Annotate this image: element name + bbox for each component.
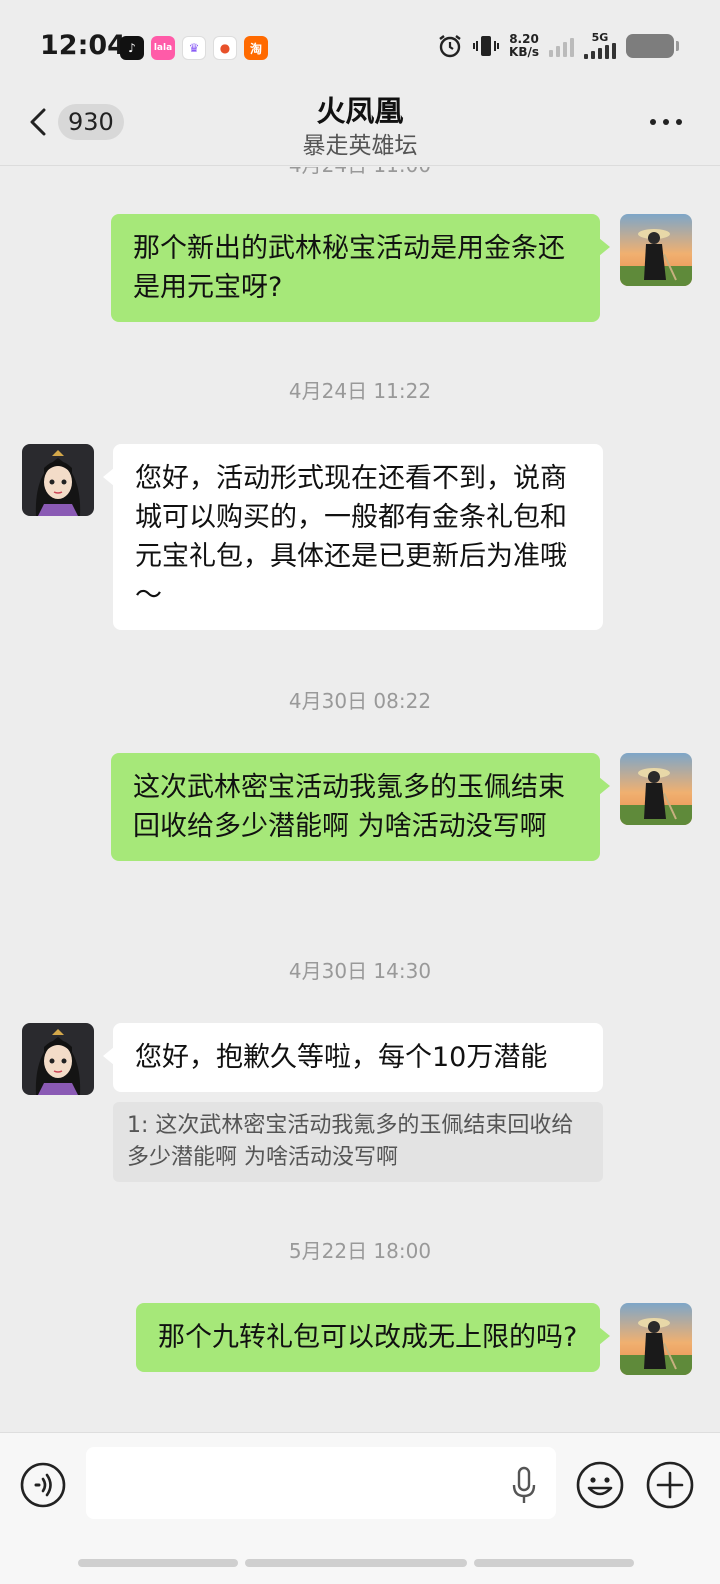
battery-icon: [626, 33, 679, 58]
timestamp: 5月22日 18:00: [288, 1239, 432, 1263]
message-bubble-received[interactable]: 您好，抱歉久等啦，每个10万潜能: [103, 1023, 603, 1092]
message-list[interactable]: 4月24日 11:00 那个新出的武林秘宝活动是用金条还是用元宝呀? 4月24日…: [0, 167, 720, 1432]
status-time: 12:04: [40, 30, 126, 61]
taobao-icon: 淘: [244, 36, 268, 60]
net-speed-unit: KB/s: [509, 44, 539, 59]
add-attachment-icon[interactable]: [645, 1460, 695, 1510]
my-avatar[interactable]: [620, 214, 692, 286]
microphone-icon[interactable]: [510, 1465, 538, 1505]
my-avatar[interactable]: [620, 1303, 692, 1375]
message-input[interactable]: [86, 1447, 556, 1519]
gesture-nav-bar[interactable]: [0, 1559, 720, 1569]
vibrate-icon: [473, 35, 500, 56]
timestamp: 4月30日 08:22: [288, 689, 432, 713]
status-indicators: 8.20 KB/s 5G: [437, 31, 679, 59]
net-speed-value: 8.20: [509, 31, 539, 46]
timestamp: 4月24日 11:22: [288, 379, 432, 403]
message-input-bar: [0, 1432, 720, 1584]
contact-avatar-image: [22, 1023, 94, 1095]
my-avatar-image: [620, 1303, 692, 1375]
chat-subtitle: 暴走英雄坛: [302, 133, 418, 159]
orange-app-icon: ●: [213, 36, 237, 60]
status-bar: 12:04 ♪ lala ♛ ● 淘 8.20 KB/s 5G: [0, 0, 720, 90]
timestamp: 4月24日 11:00: [0, 167, 720, 178]
signal-strong-icon: [584, 43, 616, 59]
tiktok-icon: ♪: [120, 36, 144, 60]
message-bubble-sent[interactable]: 那个新出的武林秘宝活动是用金条还是用元宝呀?: [111, 214, 610, 322]
message-bubble-sent[interactable]: 那个九转礼包可以改成无上限的吗?: [136, 1303, 610, 1372]
timestamp: 4月30日 14:30: [288, 959, 432, 983]
chat-header: 930 火凤凰 暴走英雄坛: [0, 88, 720, 166]
network-type: 5G: [591, 31, 609, 44]
more-options-icon[interactable]: [648, 112, 684, 132]
my-avatar-image: [620, 214, 692, 286]
lala-icon: lala: [151, 36, 175, 60]
voice-mode-icon[interactable]: [19, 1461, 67, 1509]
crown-app-icon: ♛: [182, 36, 206, 60]
chat-title: 火凤凰: [316, 94, 404, 128]
message-bubble-received[interactable]: 您好，活动形式现在还看不到，说商城可以购买的，一般都有金条礼包和元宝礼包，具体还…: [103, 444, 603, 630]
network-5g: 5G: [584, 32, 616, 59]
signal-weak-icon: [549, 35, 574, 57]
my-avatar[interactable]: [620, 753, 692, 825]
contact-avatar[interactable]: [22, 444, 94, 516]
net-speed: 8.20 KB/s: [509, 31, 539, 59]
my-avatar-image: [620, 753, 692, 825]
alarm-icon: [439, 34, 461, 57]
emoji-icon[interactable]: [575, 1460, 625, 1510]
contact-avatar[interactable]: [22, 1023, 94, 1095]
message-bubble-sent[interactable]: 这次武林密宝活动我氪多的玉佩结束回收给多少潜能啊 为啥活动没写啊: [111, 753, 610, 861]
notification-app-icons: ♪ lala ♛ ● 淘: [120, 36, 268, 60]
contact-avatar-image: [22, 444, 94, 516]
quoted-message[interactable]: 1: 这次武林密宝活动我氪多的玉佩结束回收给多少潜能啊 为啥活动没写啊: [113, 1102, 603, 1182]
